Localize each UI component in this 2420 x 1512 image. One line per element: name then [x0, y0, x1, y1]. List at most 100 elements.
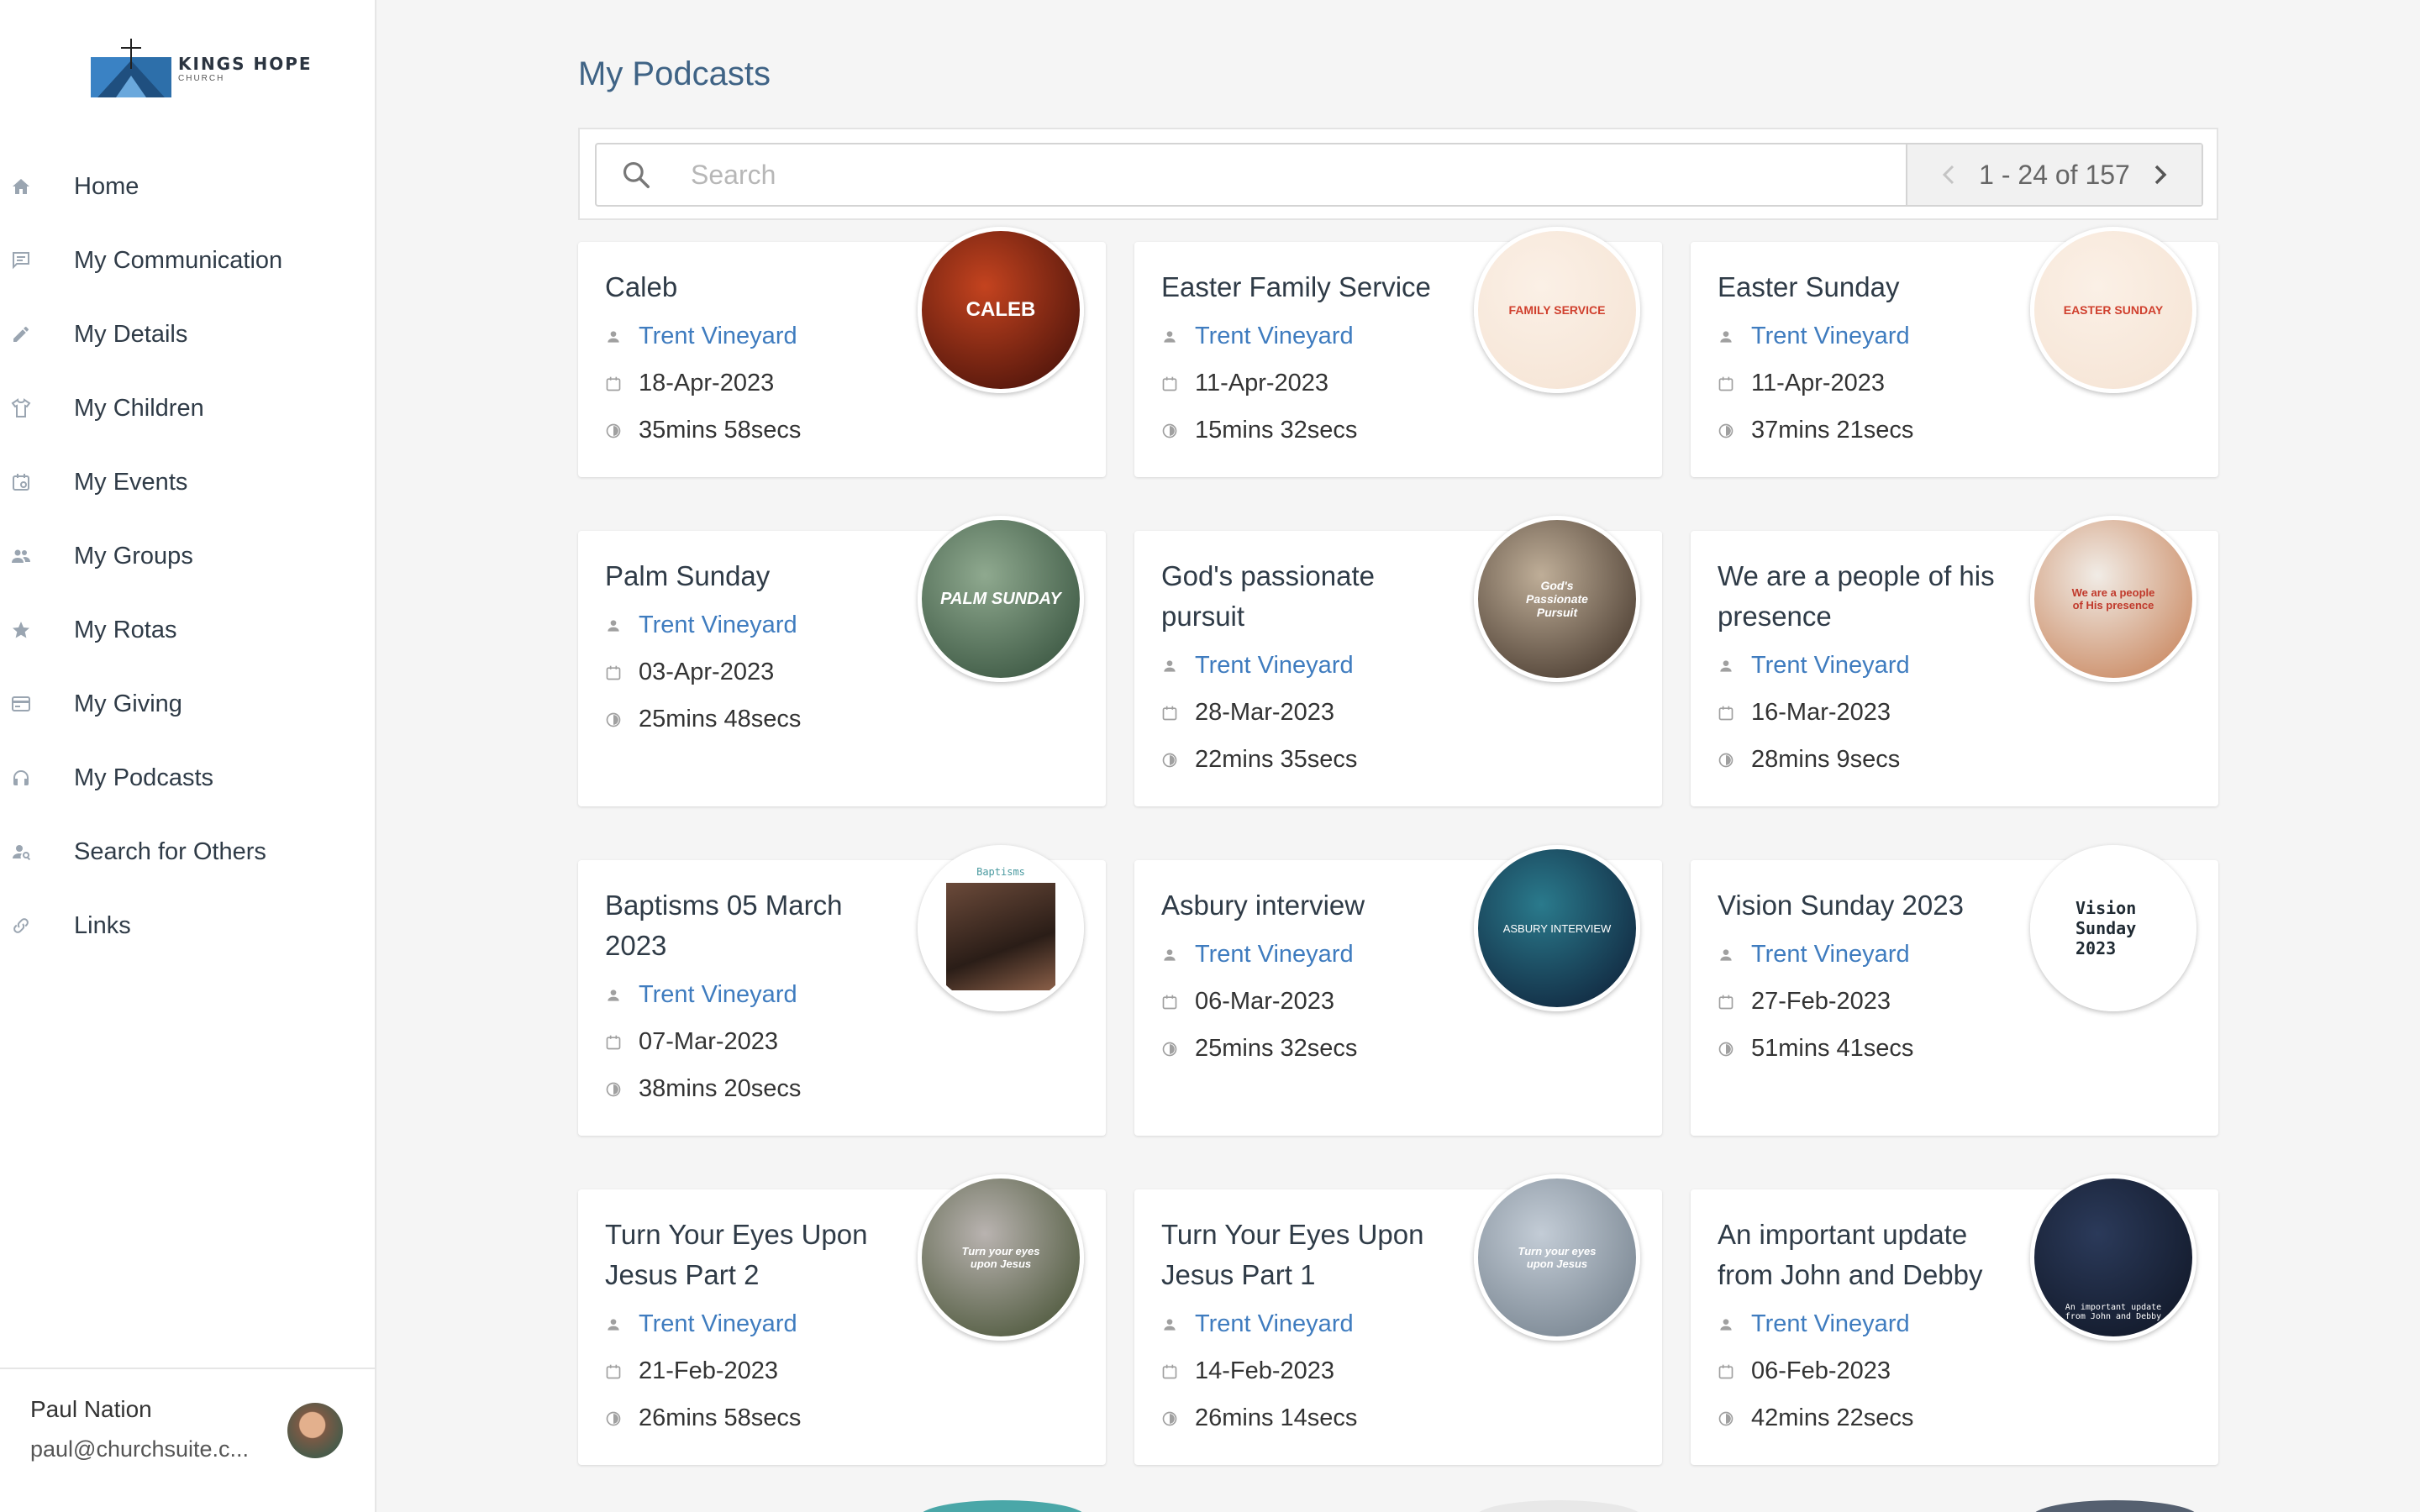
podcast-author-link[interactable]: Trent Vineyard — [1195, 1310, 1354, 1338]
podcast-artwork-partial[interactable] — [919, 1500, 1086, 1512]
person-search-icon — [0, 842, 81, 862]
clock-icon — [1161, 1041, 1195, 1058]
podcast-author-link[interactable]: Trent Vineyard — [1195, 323, 1354, 350]
podcast-title: Baptisms 05 March 2023 — [605, 890, 843, 961]
podcast-title: Asbury interview — [1161, 890, 1365, 921]
sidebar-item-search-others[interactable]: Search for Others — [0, 815, 375, 889]
sidebar-item-events[interactable]: My Events — [0, 445, 375, 519]
podcast-card[interactable]: Caleb Trent Vineyard 18-Apr-2023 35mins … — [578, 227, 1106, 477]
podcast-title: Turn Your Eyes Upon Jesus Part 2 — [605, 1219, 868, 1290]
podcast-title: Palm Sunday — [605, 560, 771, 591]
podcast-card[interactable]: Baptisms 05 March 2023 Trent Vineyard 07… — [578, 845, 1106, 1136]
podcast-artwork[interactable]: PALM SUNDAY — [918, 516, 1084, 682]
avatar[interactable] — [287, 1403, 343, 1458]
person-icon — [605, 1316, 639, 1333]
podcast-artwork[interactable]: CALEB — [918, 227, 1084, 393]
podcast-author-link[interactable]: Trent Vineyard — [639, 612, 797, 639]
podcast-author-link[interactable]: Trent Vineyard — [639, 981, 797, 1009]
calendar-icon — [0, 472, 81, 492]
podcast-artwork[interactable]: We are a people of His presence — [2030, 516, 2196, 682]
sidebar-item-podcasts[interactable]: My Podcasts — [0, 741, 375, 815]
podcast-duration: 26mins 14secs — [1195, 1404, 1358, 1431]
person-icon — [605, 617, 639, 634]
podcast-author-link[interactable]: Trent Vineyard — [1751, 1310, 1910, 1338]
podcast-title: Vision Sunday 2023 — [1718, 890, 1964, 921]
podcast-title: God's passionate pursuit — [1161, 560, 1375, 632]
search-input[interactable] — [676, 144, 1906, 205]
podcast-artwork[interactable]: An important update from John and Debby — [2030, 1174, 2196, 1341]
sidebar-item-home[interactable]: Home — [0, 150, 375, 223]
podcast-artwork[interactable]: ASBURY INTERVIEW — [1474, 845, 1640, 1011]
podcast-card[interactable]: Asbury interview Trent Vineyard 06-Mar-2… — [1134, 845, 1662, 1136]
podcast-author-row: Trent Vineyard — [1161, 941, 1354, 969]
podcast-author-link[interactable]: Trent Vineyard — [639, 323, 797, 350]
sidebar-item-links[interactable]: Links — [0, 889, 375, 963]
sidebar-item-communication[interactable]: My Communication — [0, 223, 375, 297]
logo-name: KINGS HOPE — [178, 53, 313, 74]
previous-page-button[interactable] — [1935, 158, 1962, 192]
podcast-date-row: 18-Apr-2023 — [605, 370, 774, 397]
podcast-duration: 25mins 48secs — [639, 706, 802, 732]
podcast-duration-row: 26mins 58secs — [605, 1404, 801, 1432]
sidebar-item-label: Search for Others — [74, 837, 266, 865]
podcast-artwork[interactable]: Baptisms — [918, 845, 1084, 1011]
artwork-text: FAMILY SERVICE — [1508, 303, 1606, 317]
sidebar-item-rotas[interactable]: My Rotas — [0, 593, 375, 667]
podcast-date-row: 21-Feb-2023 — [605, 1357, 778, 1385]
podcast-card[interactable]: An important update from John and Debby … — [1691, 1174, 2218, 1465]
sidebar-item-giving[interactable]: My Giving — [0, 667, 375, 741]
podcast-author-link[interactable]: Trent Vineyard — [1751, 941, 1910, 969]
clock-icon — [1718, 752, 1751, 769]
pencil-icon — [0, 324, 81, 344]
podcast-date: 11-Apr-2023 — [1195, 370, 1329, 396]
sidebar-item-groups[interactable]: My Groups — [0, 519, 375, 593]
person-icon — [1718, 947, 1751, 963]
sidebar-item-label: My Groups — [74, 542, 193, 570]
calendar-icon — [1161, 994, 1195, 1011]
artwork-photo — [946, 883, 1055, 990]
artwork-text: God's Passionate Pursuit — [1526, 579, 1588, 619]
sidebar-item-children[interactable]: My Children — [0, 371, 375, 445]
people-icon — [0, 546, 81, 566]
calendar-icon — [605, 1034, 639, 1051]
podcast-author-link[interactable]: Trent Vineyard — [1195, 941, 1354, 969]
user-name: Paul Nation — [30, 1396, 152, 1422]
podcast-author-link[interactable]: Trent Vineyard — [639, 1310, 797, 1338]
person-icon — [605, 328, 639, 345]
podcast-card[interactable]: Palm Sunday Trent Vineyard 03-Apr-2023 2… — [578, 516, 1106, 806]
podcast-artwork[interactable]: FAMILY SERVICE — [1474, 227, 1640, 393]
podcast-artwork[interactable]: EASTER SUNDAY — [2030, 227, 2196, 393]
artwork-text: PALM SUNDAY — [940, 589, 1061, 608]
podcast-artwork-partial[interactable] — [1476, 1500, 1642, 1512]
church-logo[interactable]: KINGS HOPE CHURCH — [91, 39, 313, 99]
sidebar-item-details[interactable]: My Details — [0, 297, 375, 371]
artwork-text: Baptisms — [976, 866, 1025, 878]
podcast-artwork[interactable]: Turn your eyes upon Jesus — [1474, 1174, 1640, 1341]
podcast-card[interactable]: We are a people of his presence Trent Vi… — [1691, 516, 2218, 806]
sidebar-item-label: My Details — [74, 320, 188, 348]
podcast-author-link[interactable]: Trent Vineyard — [1751, 652, 1910, 680]
podcast-card[interactable]: God's passionate pursuit Trent Vineyard … — [1134, 516, 1662, 806]
podcast-artwork[interactable]: Vision Sunday 2023 — [2030, 845, 2196, 1011]
clock-icon — [605, 1081, 639, 1098]
podcast-card[interactable]: Turn Your Eyes Upon Jesus Part 1 Trent V… — [1134, 1174, 1662, 1465]
podcast-card[interactable]: Turn Your Eyes Upon Jesus Part 2 Trent V… — [578, 1174, 1106, 1465]
podcast-title: Easter Family Service — [1161, 271, 1431, 302]
next-page-button[interactable] — [2147, 158, 2174, 192]
podcast-card[interactable]: Easter Family Service Trent Vineyard 11-… — [1134, 227, 1662, 477]
chevron-right-icon — [2154, 165, 2167, 185]
podcast-card[interactable]: Vision Sunday 2023 Trent Vineyard 27-Feb… — [1691, 845, 2218, 1136]
podcast-author-link[interactable]: Trent Vineyard — [1751, 323, 1910, 350]
podcast-artwork-partial[interactable] — [2032, 1500, 2198, 1512]
podcast-date-row: 28-Mar-2023 — [1161, 699, 1334, 727]
user-profile[interactable]: Paul Nation paul@churchsuite.c... — [0, 1368, 375, 1512]
podcast-author-link[interactable]: Trent Vineyard — [1195, 652, 1354, 680]
search-panel: 1 - 24 of 157 — [578, 128, 2218, 220]
podcast-duration: 28mins 9secs — [1751, 746, 1901, 773]
podcast-artwork[interactable]: Turn your eyes upon Jesus — [918, 1174, 1084, 1341]
person-icon — [1161, 1316, 1195, 1333]
podcast-author-row: Trent Vineyard — [605, 1310, 797, 1338]
podcast-card[interactable]: Easter Sunday Trent Vineyard 11-Apr-2023… — [1691, 227, 2218, 477]
artwork-text: Turn your eyes upon Jesus — [1518, 1245, 1597, 1270]
podcast-artwork[interactable]: God's Passionate Pursuit — [1474, 516, 1640, 682]
